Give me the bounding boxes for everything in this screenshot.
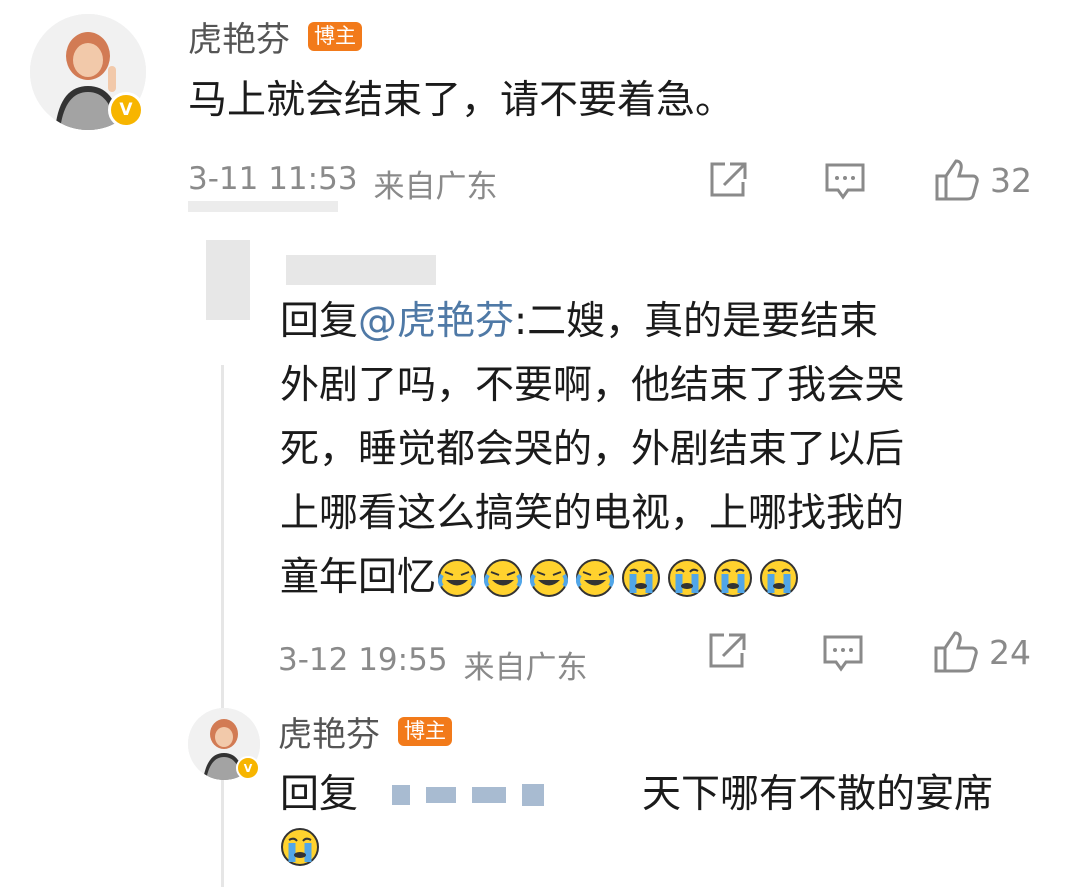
redacted-area bbox=[188, 201, 338, 212]
reply-2-text: 回复 天下哪有不散的宴席 bbox=[280, 763, 993, 827]
share-icon bbox=[710, 162, 747, 197]
reply-author-name[interactable]: 虎艳芬 bbox=[278, 707, 380, 756]
share-icon bbox=[709, 633, 746, 668]
author-avatar[interactable]: V bbox=[30, 14, 146, 130]
reply-share-button[interactable] bbox=[706, 631, 750, 671]
like-icon bbox=[934, 631, 978, 673]
crying-emoji bbox=[668, 559, 707, 597]
reply-time: 3-12 19:55 bbox=[278, 642, 448, 678]
reply-2-emoji bbox=[279, 826, 321, 872]
thread-line bbox=[221, 365, 224, 887]
mention-link[interactable]: @虎艳芬 bbox=[358, 299, 514, 344]
redaction-mark bbox=[426, 787, 457, 803]
reply-text-line-2: 外剧了吗，不要啊，他结束了我会哭 bbox=[280, 363, 905, 408]
crying-emoji bbox=[281, 828, 319, 866]
reply-comment-button[interactable] bbox=[821, 632, 865, 674]
verified-icon: V bbox=[236, 756, 260, 780]
like-icon bbox=[935, 159, 979, 201]
laugh-cry-emoji bbox=[530, 559, 569, 597]
laugh-cry-emoji bbox=[438, 559, 477, 597]
redacted-username bbox=[286, 255, 436, 285]
comment-icon bbox=[823, 635, 863, 672]
redaction-mark bbox=[522, 784, 545, 806]
crying-emoji bbox=[714, 559, 753, 597]
redaction-mark bbox=[472, 787, 507, 803]
comment-icon bbox=[825, 163, 865, 200]
crying-emoji bbox=[760, 559, 799, 597]
like-button[interactable]: 32 bbox=[932, 156, 1032, 204]
comment-location: 来自广东 bbox=[373, 169, 498, 205]
reply-blogger-badge: 博主 bbox=[398, 717, 452, 746]
reply-prefix: 回复 bbox=[280, 299, 359, 344]
reply-text-line-4: 上哪看这么搞笑的电视，上哪找我的 bbox=[280, 491, 905, 536]
comment-text: 马上就会结束了，请不要着急。 bbox=[188, 78, 735, 123]
redacted-username bbox=[358, 778, 642, 812]
share-button[interactable] bbox=[707, 160, 751, 200]
laugh-cry-emoji bbox=[576, 559, 615, 597]
reply-text: 回复@虎艳芬:二嫂，真的是要结束 外剧了吗，不要啊，他结束了我会哭 死，睡觉都会… bbox=[280, 290, 1020, 610]
author-name[interactable]: 虎艳芬 bbox=[188, 12, 290, 61]
emoji-row bbox=[436, 557, 800, 599]
like-count: 32 bbox=[990, 160, 1032, 200]
comment-time: 3-11 11:53 bbox=[188, 161, 358, 197]
blogger-badge: 博主 bbox=[308, 22, 362, 51]
reply-text-line-3: 死，睡觉都会哭的，外剧结束了以后 bbox=[280, 427, 905, 472]
verified-icon: V bbox=[108, 92, 144, 128]
reply-2-content: 天下哪有不散的宴席 bbox=[642, 772, 994, 817]
reply-like-button[interactable]: 24 bbox=[931, 628, 1031, 676]
reply-like-count: 24 bbox=[989, 632, 1031, 672]
redaction-mark bbox=[392, 785, 411, 805]
reply-author-avatar[interactable]: V bbox=[188, 708, 260, 780]
reply-location: 来自广东 bbox=[463, 650, 588, 686]
reply-text-line-1: :二嫂，真的是要结束 bbox=[514, 299, 879, 344]
laugh-cry-emoji bbox=[484, 559, 523, 597]
reply-text-line-5: 童年回忆 bbox=[280, 555, 437, 600]
reply-2-prefix: 回复 bbox=[280, 772, 359, 817]
redacted-avatar bbox=[206, 240, 250, 320]
crying-emoji bbox=[622, 559, 661, 597]
comment-button[interactable] bbox=[823, 160, 867, 202]
